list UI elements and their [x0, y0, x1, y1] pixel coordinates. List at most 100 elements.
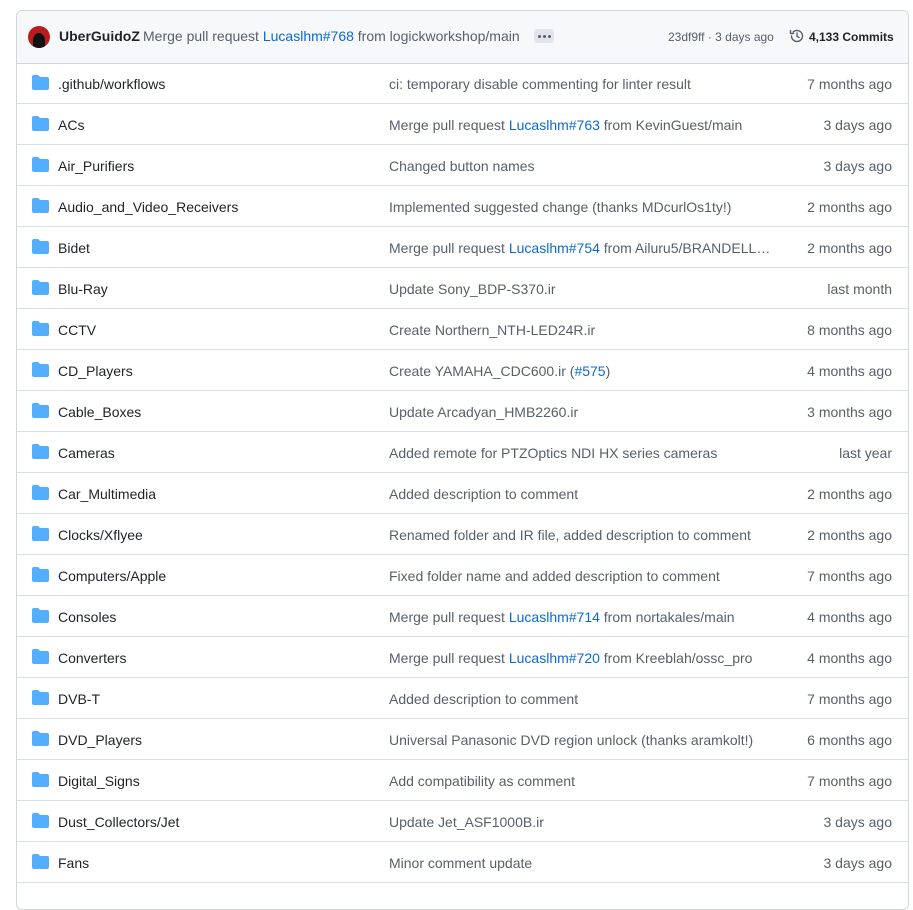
commit-message-text: from Ailuru5/BRANDELL_… — [599, 240, 771, 256]
file-row[interactable]: Audio_and_Video_Receivers Implemented sug… — [17, 186, 908, 227]
commit-message-link[interactable]: Merge pull request Lucaslhm#720 from Kre… — [389, 650, 752, 666]
commit-message-text: Merge pull request — [389, 609, 509, 625]
folder-name-link[interactable]: Air_Purifiers — [58, 158, 134, 174]
folder-name-link[interactable]: Bidet — [58, 240, 90, 256]
ellipsis-icon[interactable] — [534, 29, 554, 43]
last-updated: 4 months ago — [807, 650, 892, 666]
folder-name-link[interactable]: DVD_Players — [58, 732, 142, 748]
file-row[interactable]: CCTV Create Northern_NTH-LED24R.ir 8 month… — [17, 309, 908, 350]
commit-message-text: Create Northern_NTH-LED24R.ir — [389, 322, 596, 338]
folder-name-link[interactable]: Car_Multimedia — [58, 486, 156, 502]
folder-icon — [32, 321, 49, 336]
folder-name-link[interactable]: Blu-Ray — [58, 281, 108, 297]
commit-message-link[interactable]: Added description to comment — [389, 486, 578, 502]
folder-name-link[interactable]: Computers/Apple — [58, 568, 166, 584]
commit-message-link[interactable]: Universal Panasonic DVD region unlock (t… — [389, 732, 753, 748]
commit-message-link[interactable]: Implemented suggested change (thanks MDc… — [389, 199, 731, 215]
folder-name-link[interactable]: Cable_Boxes — [58, 404, 141, 420]
folder-icon — [32, 485, 49, 500]
commit-author[interactable]: UberGuidoZ — [59, 28, 140, 44]
commit-message-link[interactable]: Fixed folder name and added description … — [389, 568, 720, 584]
file-row[interactable]: Cameras Added remote for PTZOptics NDI HX… — [17, 432, 908, 473]
commit-message-link[interactable]: Update Jet_ASF1000B.ir — [389, 814, 544, 830]
file-row[interactable]: Bidet Merge pull request Lucaslhm#754 fro… — [17, 227, 908, 268]
folder-name-link[interactable]: Clocks/Xflyee — [58, 527, 143, 543]
pull-request-link[interactable]: Lucaslhm#720 — [509, 650, 600, 666]
folder-icon — [32, 444, 49, 459]
commit-message-link[interactable]: Changed button names — [389, 158, 535, 174]
file-row[interactable]: Dust_Collectors/Jet Update Jet_ASF1000B.i… — [17, 801, 908, 842]
commit-message-text: Update Arcadyan_HMB2260.ir — [389, 404, 579, 420]
folder-name-link[interactable]: CD_Players — [58, 363, 133, 379]
file-row[interactable]: Digital_Signs Add compatibility as commen… — [17, 760, 908, 801]
file-row[interactable]: Consoles Merge pull request Lucaslhm#714 … — [17, 596, 908, 637]
commit-message-prefix[interactable]: Merge pull request — [143, 28, 259, 44]
last-updated: 3 days ago — [823, 814, 893, 830]
file-row[interactable]: .github/workflows ci: temporary disable c… — [17, 63, 908, 104]
folder-name-link[interactable]: DVB-T — [58, 691, 100, 707]
folder-name-link[interactable]: Consoles — [58, 609, 116, 625]
last-updated: 2 months ago — [807, 240, 892, 256]
commit-message-link[interactable]: Merge pull request Lucaslhm#754 from Ail… — [389, 240, 771, 256]
pull-request-link[interactable]: Lucaslhm#714 — [509, 609, 600, 625]
folder-name-link[interactable]: Cameras — [58, 445, 115, 461]
folder-icon — [32, 116, 49, 131]
commit-message-text: from Kreeblah/ossc_pro — [599, 650, 753, 666]
commit-message-link[interactable]: Merge pull request Lucaslhm#763 from Kev… — [389, 117, 742, 133]
folder-name-link[interactable]: CCTV — [58, 322, 96, 338]
commit-message-link[interactable]: Create YAMAHA_CDC600.ir (#575) — [389, 363, 610, 379]
file-row[interactable]: DVB-T Added description to comment 7 month… — [17, 678, 908, 719]
file-row[interactable]: DVD_Players Universal Panasonic DVD regio… — [17, 719, 908, 760]
file-row[interactable]: Clocks/Xflyee Renamed folder and IR file,… — [17, 514, 908, 555]
file-row[interactable]: Car_Multimedia Added description to comme… — [17, 473, 908, 514]
folder-name-link[interactable]: Digital_Signs — [58, 773, 140, 789]
last-updated: 2 months ago — [807, 199, 892, 215]
commit-message-text: ) — [605, 363, 611, 379]
commit-message-suffix[interactable]: from logickworkshop/main — [358, 28, 520, 44]
commit-message-text: from KevinGuest/main — [599, 117, 743, 133]
commit-message-link[interactable]: Add compatibility as comment — [389, 773, 575, 789]
commit-message-link[interactable]: Minor comment update — [389, 855, 532, 871]
commit-message-text: Fixed folder name and added description … — [389, 568, 720, 584]
commit-message-link[interactable]: Added remote for PTZOptics NDI HX series… — [389, 445, 717, 461]
file-row[interactable]: CD_Players Create YAMAHA_CDC600.ir (#575)… — [17, 350, 908, 391]
commit-message-text: Renamed folder and IR file, added descri… — [389, 527, 751, 543]
pull-request-link[interactable]: #575 — [574, 363, 605, 379]
folder-name-link[interactable]: Fans — [58, 855, 89, 871]
file-row[interactable]: Fans Minor comment update 3 days ago — [17, 842, 908, 883]
folder-icon — [32, 403, 49, 418]
last-updated: 4 months ago — [807, 363, 892, 379]
folder-icon — [32, 608, 49, 623]
commit-message-link[interactable]: Update Arcadyan_HMB2260.ir — [389, 404, 578, 420]
file-row[interactable]: Blu-Ray Update Sony_BDP-S370.ir last month — [17, 268, 908, 309]
folder-name-link[interactable]: Converters — [58, 650, 126, 666]
folder-icon — [32, 772, 49, 787]
commit-count-link[interactable]: 4,133 Commits — [809, 30, 894, 44]
file-row[interactable]: Air_Purifiers Changed button names 3 days … — [17, 145, 908, 186]
last-updated: 3 days ago — [823, 117, 893, 133]
pull-request-link[interactable]: Lucaslhm#754 — [509, 240, 600, 256]
file-list: .github/workflows ci: temporary disable c… — [17, 63, 908, 883]
commit-message-text: ci: temporary disable commenting for lin… — [389, 76, 691, 92]
folder-name-link[interactable]: ACs — [58, 117, 84, 133]
file-row[interactable]: Converters Merge pull request Lucaslhm#72… — [17, 637, 908, 678]
file-row[interactable]: ACs Merge pull request Lucaslhm#763 from … — [17, 104, 908, 145]
pull-request-link[interactable]: Lucaslhm#768 — [263, 28, 354, 44]
commit-message-text: Implemented suggested change (thanks MDc… — [389, 199, 732, 215]
history-icon[interactable] — [789, 28, 805, 44]
file-row[interactable]: Cable_Boxes Update Arcadyan_HMB2260.ir 3 m… — [17, 391, 908, 432]
commit-message-link[interactable]: Renamed folder and IR file, added descri… — [389, 527, 751, 543]
commit-message-text: Changed button names — [389, 158, 535, 174]
folder-name-link[interactable]: Audio_and_Video_Receivers — [58, 199, 238, 215]
folder-name-link[interactable]: .github/workflows — [58, 76, 165, 92]
commit-message-link[interactable]: Update Sony_BDP-S370.ir — [389, 281, 556, 297]
file-row[interactable]: Computers/Apple Fixed folder name and add… — [17, 555, 908, 596]
commit-message-link[interactable]: ci: temporary disable commenting for lin… — [389, 76, 691, 92]
commit-message-link[interactable]: Added description to comment — [389, 691, 578, 707]
commit-sha-and-time[interactable]: 23df9ff · 3 days ago — [668, 30, 774, 44]
commit-message-link[interactable]: Create Northern_NTH-LED24R.ir — [389, 322, 595, 338]
avatar[interactable] — [28, 26, 50, 48]
folder-name-link[interactable]: Dust_Collectors/Jet — [58, 814, 179, 830]
pull-request-link[interactable]: Lucaslhm#763 — [509, 117, 600, 133]
commit-message-link[interactable]: Merge pull request Lucaslhm#714 from nor… — [389, 609, 735, 625]
